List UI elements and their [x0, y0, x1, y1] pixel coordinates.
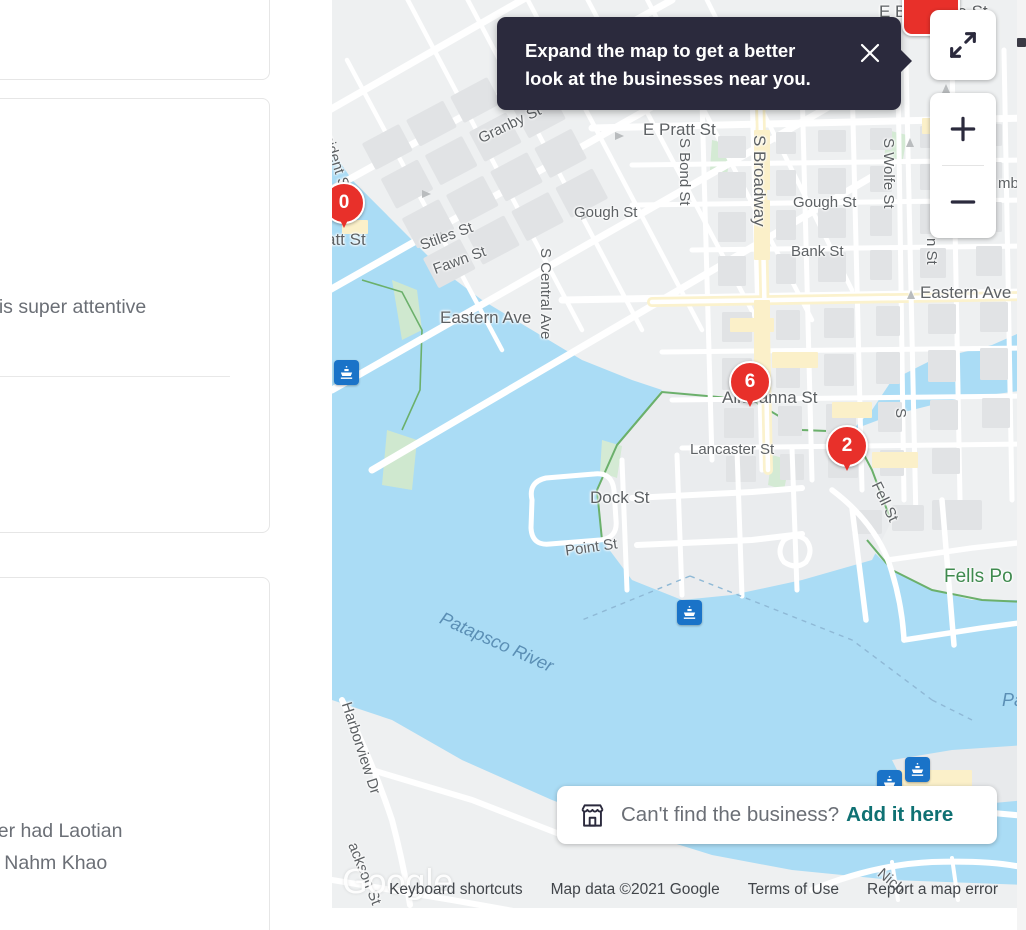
ferry-terminal-icon[interactable]	[334, 360, 359, 385]
review-snippet-line: f is super attentive	[0, 296, 147, 318]
map-footer-background	[332, 908, 1026, 930]
map-marker-6[interactable]: 6	[729, 361, 771, 403]
report-map-error-link[interactable]: Report a map error	[867, 881, 998, 899]
zoom-in-button[interactable]	[930, 93, 996, 165]
expand-map-button[interactable]	[930, 10, 996, 80]
ferry-terminal-icon[interactable]	[677, 600, 702, 625]
minus-icon	[950, 200, 976, 204]
zoom-controls	[930, 93, 996, 238]
add-it-here-link[interactable]: Add it here	[846, 803, 953, 827]
tooltip-message: Expand the map to get a better look at t…	[525, 40, 811, 89]
map-marker-label: 0	[338, 192, 350, 213]
storefront-icon	[579, 802, 606, 829]
results-panel: f is super attentive ver had Laotian e N…	[0, 0, 332, 930]
review-snippet-line: ver had Laotian	[0, 820, 123, 842]
expand-map-tooltip: Expand the map to get a better look at t…	[497, 17, 912, 110]
plus-icon	[950, 116, 976, 142]
map-search-page: f is super attentive ver had Laotian e N…	[0, 0, 1026, 930]
add-business-question: Can't find the business?	[621, 803, 840, 826]
page-scrollbar-track[interactable]	[1017, 0, 1026, 930]
map-data-attribution: Map data ©2021 Google	[550, 881, 720, 898]
page-scrollbar-thumb[interactable]	[1017, 38, 1026, 47]
terms-of-use-link[interactable]: Terms of Use	[748, 881, 839, 899]
review-snippet-line: e Nahm Khao	[0, 852, 108, 874]
card-divider	[0, 376, 230, 377]
map-marker-label: 2	[841, 435, 853, 456]
ferry-terminal-icon[interactable]	[905, 757, 930, 782]
map-marker-2[interactable]: 2	[826, 425, 868, 467]
keyboard-shortcuts-link[interactable]: Keyboard shortcuts	[389, 881, 523, 899]
close-icon[interactable]	[858, 41, 882, 65]
map-footer: Keyboard shortcuts Map data ©2021 Google…	[332, 878, 1026, 902]
add-business-bar[interactable]: Can't find the business? Add it here	[557, 786, 997, 844]
map-marker-label: 6	[744, 371, 756, 392]
result-card[interactable]	[0, 0, 270, 80]
zoom-out-button[interactable]	[930, 166, 996, 238]
expand-arrows-icon	[950, 32, 976, 58]
